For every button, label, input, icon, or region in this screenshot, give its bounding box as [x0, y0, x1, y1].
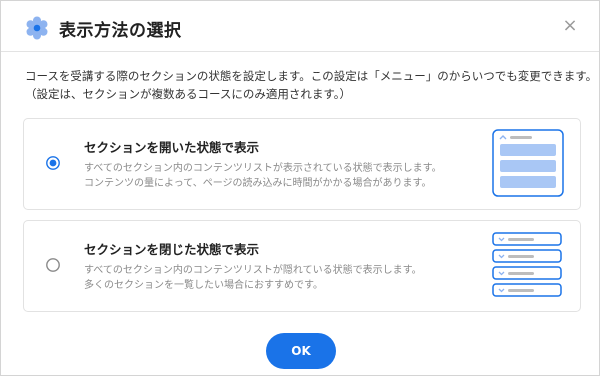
option-expanded[interactable]: セクションを開いた状態で表示 すべてのセクション内のコンテンツリストが表示されて…	[23, 118, 581, 210]
expanded-sections-thumbnail-icon	[492, 129, 564, 197]
option-collapsed-desc-line-1: すべてのセクション内のコンテンツリストが隠れている状態で表示します。	[84, 265, 422, 276]
gear-icon	[26, 16, 48, 40]
display-mode-dialog: 表示方法の選択 × コースを受講する際のセクションの状態を設定します。この設定は…	[0, 0, 600, 376]
option-expanded-title: セクションを開いた状態で表示	[84, 140, 260, 155]
option-collapsed-title: セクションを閉じた状態で表示	[84, 242, 260, 257]
collapsed-sections-thumbnail-icon	[492, 232, 562, 297]
description-line-2: （設定は、セクションが複数あるコースにのみ適用されます。）	[25, 87, 352, 101]
radio-selected-icon[interactable]	[46, 156, 60, 170]
close-icon[interactable]: ×	[561, 17, 579, 35]
radio-unselected-icon[interactable]	[46, 258, 60, 272]
ok-button[interactable]: OK	[266, 333, 336, 369]
option-collapsed[interactable]: セクションを閉じた状態で表示 すべてのセクション内のコンテンツリストが隠れている…	[23, 220, 581, 312]
option-expanded-desc: すべてのセクション内のコンテンツリストが表示されている状態で表示します。 コンテ…	[84, 161, 442, 191]
option-expanded-desc-line-1: すべてのセクション内のコンテンツリストが表示されている状態で表示します。	[84, 163, 442, 174]
description-line-1: コースを受講する際のセクションの状態を設定します。この設定は「メニュー」のからい…	[25, 69, 598, 83]
dialog-description: コースを受講する際のセクションの状態を設定します。この設定は「メニュー」のからい…	[25, 67, 598, 103]
option-collapsed-desc-line-2: 多くのセクションを一覧したい場合におすすめです。	[84, 280, 323, 291]
option-expanded-desc-line-2: コンテンツの量によって、ページの読み込みに時間がかかる場合があります。	[84, 178, 432, 189]
dialog-title: 表示方法の選択	[59, 20, 182, 41]
option-collapsed-desc: すべてのセクション内のコンテンツリストが隠れている状態で表示します。 多くのセク…	[84, 263, 422, 293]
header-divider	[1, 51, 599, 52]
dialog-header: 表示方法の選択	[25, 15, 182, 41]
